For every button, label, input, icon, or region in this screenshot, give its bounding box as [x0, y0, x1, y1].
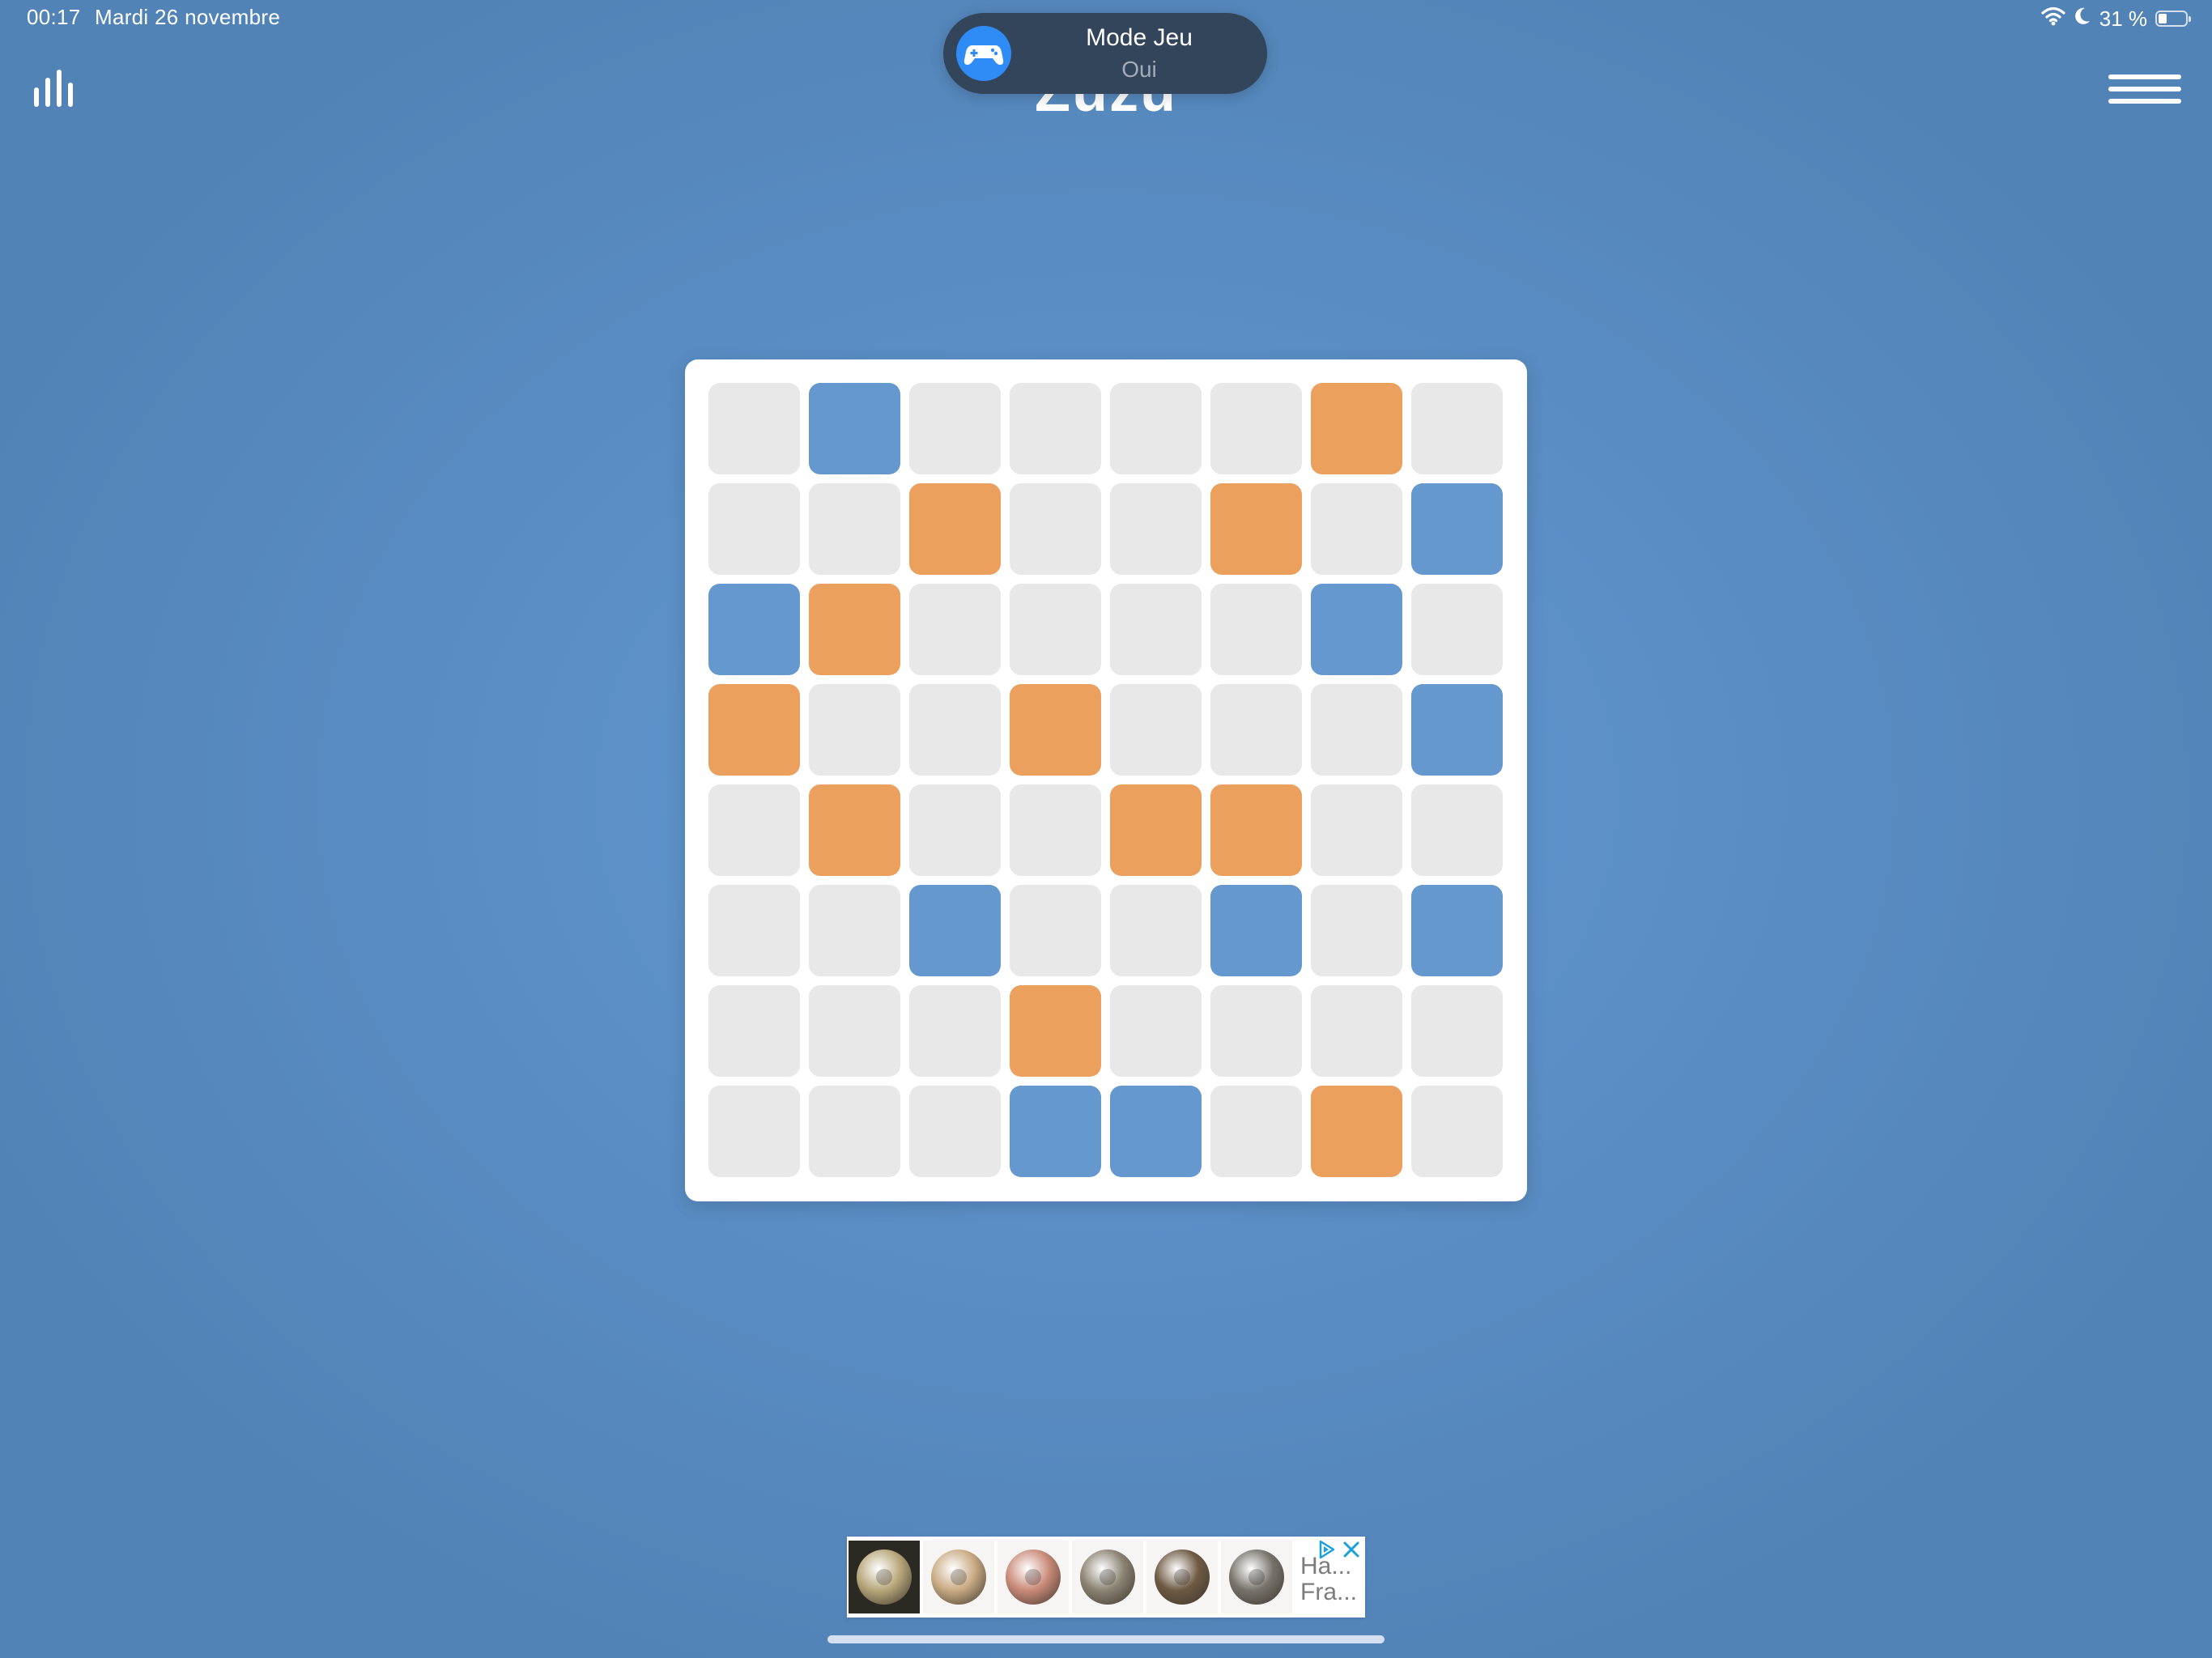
board-cell-empty[interactable]: [708, 985, 800, 1077]
board-cell-empty[interactable]: [708, 784, 800, 876]
board-cell-empty[interactable]: [909, 584, 1001, 675]
board-cell-orange[interactable]: [1311, 1086, 1402, 1177]
board-cell-orange[interactable]: [1311, 383, 1402, 474]
game-board: [685, 359, 1527, 1201]
board-cell-empty[interactable]: [809, 985, 900, 1077]
game-mode-title: Mode Jeu: [1086, 24, 1193, 51]
board-cell-empty[interactable]: [708, 885, 800, 976]
board-cell-empty[interactable]: [1210, 584, 1302, 675]
board-cell-empty[interactable]: [909, 784, 1001, 876]
handpan-drum-icon: [1006, 1550, 1061, 1605]
board-cell-blue[interactable]: [1411, 885, 1503, 976]
board-cell-empty[interactable]: [909, 684, 1001, 776]
home-indicator[interactable]: [827, 1635, 1385, 1643]
board-cell-orange[interactable]: [1010, 985, 1101, 1077]
wifi-icon: [2041, 6, 2065, 32]
board-cell-empty[interactable]: [909, 1086, 1001, 1177]
ad-thumbnail[interactable]: [1221, 1541, 1292, 1613]
board-cell-empty[interactable]: [1010, 483, 1101, 575]
board-cell-orange[interactable]: [909, 483, 1001, 575]
board-cell-empty[interactable]: [1210, 985, 1302, 1077]
board-cell-empty[interactable]: [1010, 784, 1101, 876]
ad-banner[interactable]: Ha... Fra...: [847, 1537, 1365, 1618]
handpan-drum-icon: [1080, 1550, 1135, 1605]
board-cell-blue[interactable]: [1010, 1086, 1101, 1177]
board-cell-orange[interactable]: [809, 784, 900, 876]
board-cell-empty[interactable]: [1411, 784, 1503, 876]
board-cell-empty[interactable]: [1311, 684, 1402, 776]
board-cell-orange[interactable]: [708, 684, 800, 776]
board-cell-blue[interactable]: [809, 383, 900, 474]
board-cell-empty[interactable]: [1311, 784, 1402, 876]
board-cell-empty[interactable]: [909, 383, 1001, 474]
handpan-drum-icon: [1229, 1550, 1284, 1605]
board-cell-empty[interactable]: [809, 1086, 900, 1177]
board-cell-empty[interactable]: [809, 684, 900, 776]
game-mode-state: Oui: [1121, 57, 1157, 82]
board-cell-empty[interactable]: [1110, 885, 1202, 976]
board-cell-empty[interactable]: [1311, 985, 1402, 1077]
board-cell-empty[interactable]: [1311, 483, 1402, 575]
board-cell-empty[interactable]: [708, 383, 800, 474]
handpan-drum-icon: [857, 1550, 912, 1605]
handpan-drum-icon: [1155, 1550, 1210, 1605]
board-cell-orange[interactable]: [1210, 784, 1302, 876]
ad-thumbnail[interactable]: [1072, 1541, 1143, 1613]
ad-thumbnails: [847, 1537, 1294, 1618]
status-date: Mardi 26 novembre: [95, 5, 281, 29]
game-mode-banner[interactable]: Mode Jeu Oui: [943, 13, 1267, 94]
ad-thumbnail[interactable]: [1146, 1541, 1218, 1613]
board-cell-orange[interactable]: [1010, 684, 1101, 776]
moon-icon: [2074, 6, 2091, 32]
status-indicators: 31 %: [2041, 5, 2191, 32]
board-cell-empty[interactable]: [1311, 885, 1402, 976]
board-cell-empty[interactable]: [1411, 1086, 1503, 1177]
board-cell-blue[interactable]: [708, 584, 800, 675]
board-cell-empty[interactable]: [1110, 483, 1202, 575]
board-cell-blue[interactable]: [909, 885, 1001, 976]
board-cell-empty[interactable]: [1411, 985, 1503, 1077]
board-cell-empty[interactable]: [1110, 684, 1202, 776]
board-cell-empty[interactable]: [1210, 383, 1302, 474]
board-cell-empty[interactable]: [708, 483, 800, 575]
board-cell-empty[interactable]: [809, 483, 900, 575]
board-cell-blue[interactable]: [1311, 584, 1402, 675]
board-cell-blue[interactable]: [1411, 684, 1503, 776]
game-controller-icon: [956, 26, 1011, 81]
board-cell-orange[interactable]: [1210, 483, 1302, 575]
board-cell-empty[interactable]: [1010, 383, 1101, 474]
board-cell-empty[interactable]: [1110, 383, 1202, 474]
ad-choices-icon[interactable]: [1316, 1539, 1337, 1560]
board-cell-empty[interactable]: [1411, 383, 1503, 474]
ad-thumbnail[interactable]: [849, 1541, 920, 1613]
board-cell-empty[interactable]: [809, 885, 900, 976]
ad-subtitle[interactable]: Fra...: [1300, 1579, 1357, 1606]
board-cell-blue[interactable]: [1210, 885, 1302, 976]
ad-thumbnail[interactable]: [998, 1541, 1069, 1613]
board-cell-empty[interactable]: [1110, 584, 1202, 675]
board-grid: [708, 383, 1503, 1177]
handpan-drum-icon: [931, 1550, 986, 1605]
close-icon[interactable]: [1341, 1539, 1362, 1560]
battery-percentage: 31 %: [2099, 6, 2147, 31]
board-cell-blue[interactable]: [1411, 483, 1503, 575]
board-cell-empty[interactable]: [909, 985, 1001, 1077]
board-cell-empty[interactable]: [1411, 584, 1503, 675]
battery-level-fill: [2159, 14, 2167, 23]
board-cell-empty[interactable]: [1110, 985, 1202, 1077]
board-cell-empty[interactable]: [1210, 1086, 1302, 1177]
hamburger-menu-icon[interactable]: [2108, 73, 2181, 105]
board-cell-empty[interactable]: [1010, 885, 1101, 976]
board-cell-empty[interactable]: [708, 1086, 800, 1177]
status-time: 00:17: [27, 5, 81, 29]
board-cell-empty[interactable]: [1010, 584, 1101, 675]
board-cell-orange[interactable]: [1110, 784, 1202, 876]
board-cell-empty[interactable]: [1210, 684, 1302, 776]
board-cell-blue[interactable]: [1110, 1086, 1202, 1177]
battery-icon: [2155, 11, 2191, 27]
board-cell-orange[interactable]: [809, 584, 900, 675]
ad-thumbnail[interactable]: [923, 1541, 994, 1613]
